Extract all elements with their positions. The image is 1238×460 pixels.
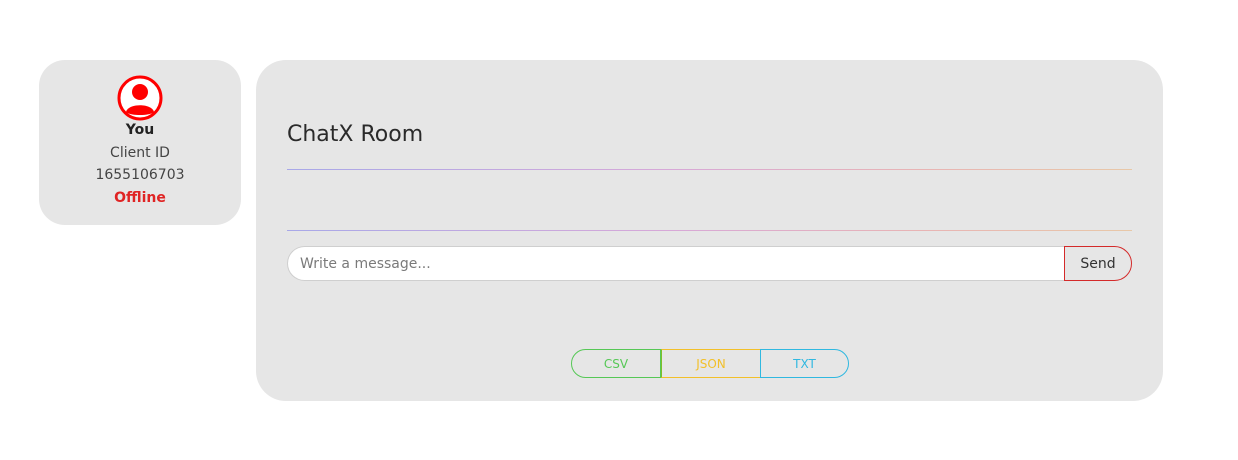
user-card: You Client ID 1655106703 Offline [39,60,241,225]
divider-bottom [287,230,1132,231]
message-composer: Send [287,246,1132,281]
user-name: You [125,122,155,138]
export-txt-button[interactable]: TXT [760,349,849,378]
export-csv-button[interactable]: CSV [571,349,661,378]
status-badge: Offline [114,190,166,206]
client-id-value: 1655106703 [95,167,185,183]
user-circle-icon [117,75,163,121]
export-json-button[interactable]: JSON [661,349,760,378]
chat-panel: ChatX Room Send CSV JSON TXT [256,60,1163,401]
chat-room-title: ChatX Room [287,122,424,147]
export-button-group: CSV JSON TXT [571,349,849,378]
client-id-label: Client ID [110,145,170,161]
message-input[interactable] [287,246,1065,281]
divider-top [287,169,1132,170]
send-button[interactable]: Send [1064,246,1132,281]
